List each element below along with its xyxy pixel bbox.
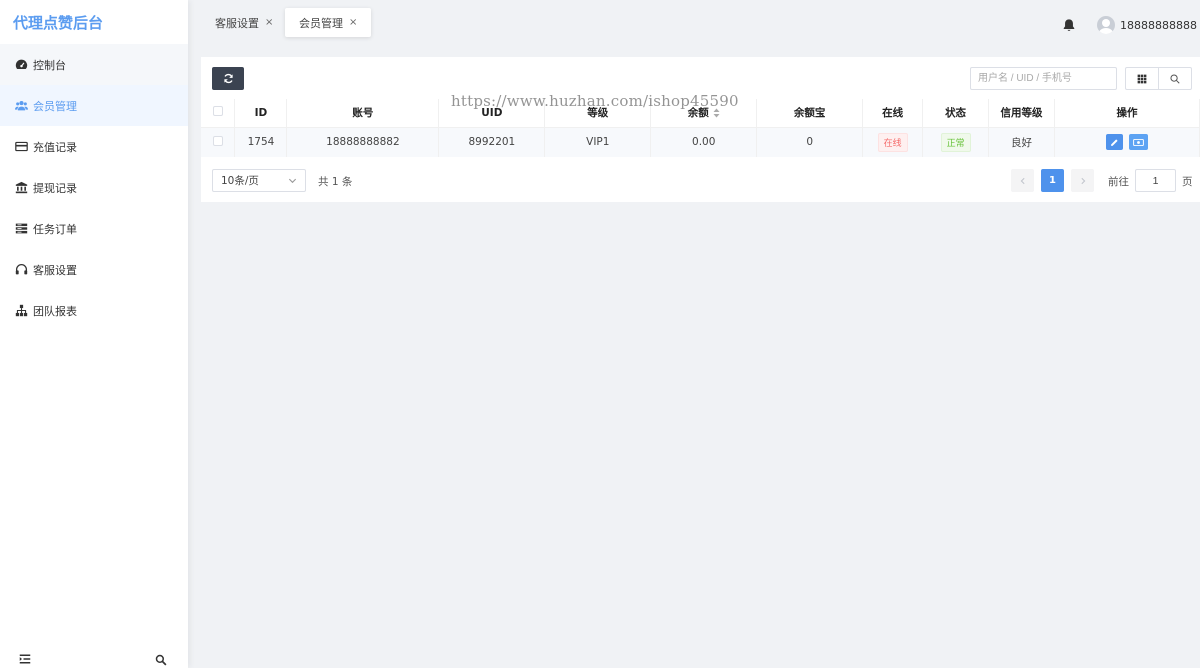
page-size-value: 10条/页 [221, 175, 259, 187]
tab-label: 会员管理 [299, 16, 343, 30]
users-icon [14, 99, 28, 113]
sidebar: 代理点赞后台 控制台 会员管理 充值记录 提现记录 任务订单 客服设置 团队报表 [0, 0, 188, 668]
sidebar-item-dashboard[interactable]: 控制台 [0, 44, 188, 85]
sort-icon[interactable] [713, 108, 720, 118]
brand-title: 代理点赞后台 [13, 13, 104, 32]
close-icon[interactable]: × [265, 17, 273, 28]
avatar [1097, 16, 1115, 34]
col-status: 状态 [922, 99, 990, 128]
col-actions: 操作 [1054, 99, 1200, 128]
sidebar-item-label: 客服设置 [33, 263, 77, 277]
close-icon[interactable]: × [349, 17, 357, 28]
col-balance[interactable]: 余额 [650, 99, 758, 128]
refresh-icon [223, 73, 233, 84]
pencil-icon [1111, 139, 1118, 146]
goto-label: 前往 [1108, 176, 1129, 188]
sidebar-item-label: 会员管理 [33, 99, 77, 113]
col-yuebao: 余额宝 [756, 99, 864, 128]
sidebar-item-label: 团队报表 [33, 304, 77, 318]
table-header-row: ID 账号 UID 等级 余额 余额宝 在线 状态 信用等级 操作 [201, 99, 1200, 128]
user-menu[interactable]: 18888888888 [1097, 16, 1197, 34]
prev-page-button[interactable] [1011, 169, 1034, 192]
select-all-checkbox[interactable] [212, 106, 223, 117]
sitemap-icon [14, 304, 28, 318]
chevron-down-icon [288, 178, 297, 184]
column-toggle-button[interactable] [1126, 68, 1158, 89]
col-id: ID [234, 99, 288, 128]
search-icon [1170, 73, 1180, 84]
table-row: 1754 18888888882 8992201 VIP1 0.00 0 在线 … [201, 127, 1200, 157]
sidebar-item-orders[interactable]: 任务订单 [0, 208, 188, 249]
next-page-button[interactable] [1071, 169, 1094, 192]
search-input[interactable] [970, 67, 1117, 90]
cell-account: 18888888882 [286, 127, 440, 157]
col-uid: UID [438, 99, 546, 128]
search-button[interactable] [1158, 68, 1191, 89]
cell-level: VIP1 [544, 127, 652, 157]
refresh-button[interactable] [212, 67, 244, 90]
online-badge: 在线 [877, 132, 908, 152]
sidebar-item-label: 充值记录 [33, 140, 77, 154]
cell-id: 1754 [234, 127, 288, 157]
sidebar-item-members[interactable]: 会员管理 [0, 85, 188, 126]
search-icon[interactable] [155, 654, 167, 666]
col-credit: 信用等级 [988, 99, 1055, 128]
grid-icon [1137, 74, 1147, 83]
toolbar-button-group [1125, 67, 1192, 90]
col-account: 账号 [286, 99, 440, 128]
chevron-left-icon [1020, 177, 1025, 184]
username: 18888888888 [1120, 18, 1197, 32]
main-panel: ID 账号 UID 等级 余额 余额宝 在线 状态 信用等级 操作 1754 1… [201, 57, 1200, 202]
cell-yuebao: 0 [756, 127, 864, 157]
sidebar-item-withdraw[interactable]: 提现记录 [0, 167, 188, 208]
credit-card-icon [14, 140, 28, 154]
sidebar-item-label: 控制台 [33, 58, 66, 72]
row-checkbox[interactable] [212, 135, 223, 146]
balance-button[interactable] [1128, 134, 1148, 151]
cell-online: 在线 [862, 127, 924, 157]
list-icon [14, 222, 28, 236]
sidebar-item-team-report[interactable]: 团队报表 [0, 290, 188, 331]
bank-icon [14, 181, 28, 195]
headset-icon [14, 263, 28, 277]
page-size-select[interactable]: 10条/页 [212, 169, 306, 192]
col-balance-label: 余额 [687, 107, 709, 120]
sidebar-item-label: 任务订单 [33, 222, 77, 236]
edit-button[interactable] [1106, 134, 1124, 151]
goto-unit: 页 [1182, 176, 1193, 188]
goto-page-input[interactable] [1135, 169, 1176, 192]
tab-member-management[interactable]: 会员管理 × [285, 8, 372, 37]
col-online: 在线 [862, 99, 924, 128]
page-number-button[interactable]: 1 [1041, 169, 1064, 192]
chevron-right-icon [1080, 177, 1085, 184]
total-count: 共 1 条 [318, 176, 353, 188]
tab-label: 客服设置 [215, 16, 259, 30]
cell-credit: 良好 [988, 127, 1055, 157]
cell-status: 正常 [922, 127, 990, 157]
money-icon [1132, 138, 1144, 146]
sidebar-footer [0, 648, 188, 668]
cell-balance: 0.00 [650, 127, 758, 157]
top-bar: 客服设置 × 会员管理 × 18888888888 [188, 0, 1200, 46]
select-all-cell[interactable] [201, 99, 236, 128]
collapse-menu-icon[interactable] [19, 653, 31, 665]
sidebar-item-service[interactable]: 客服设置 [0, 249, 188, 290]
tab-service-settings[interactable]: 客服设置 × [201, 8, 287, 37]
sidebar-item-recharge[interactable]: 充值记录 [0, 126, 188, 167]
cell-actions [1054, 127, 1200, 157]
cell-uid: 8992201 [438, 127, 546, 157]
dashboard-icon [14, 58, 28, 72]
sidebar-item-label: 提现记录 [33, 181, 77, 195]
row-select-cell[interactable] [201, 127, 236, 157]
col-level: 等级 [544, 99, 652, 128]
status-badge: 正常 [940, 132, 971, 152]
bell-icon[interactable] [1062, 18, 1076, 32]
members-table: ID 账号 UID 等级 余额 余额宝 在线 状态 信用等级 操作 1754 1… [201, 99, 1200, 157]
